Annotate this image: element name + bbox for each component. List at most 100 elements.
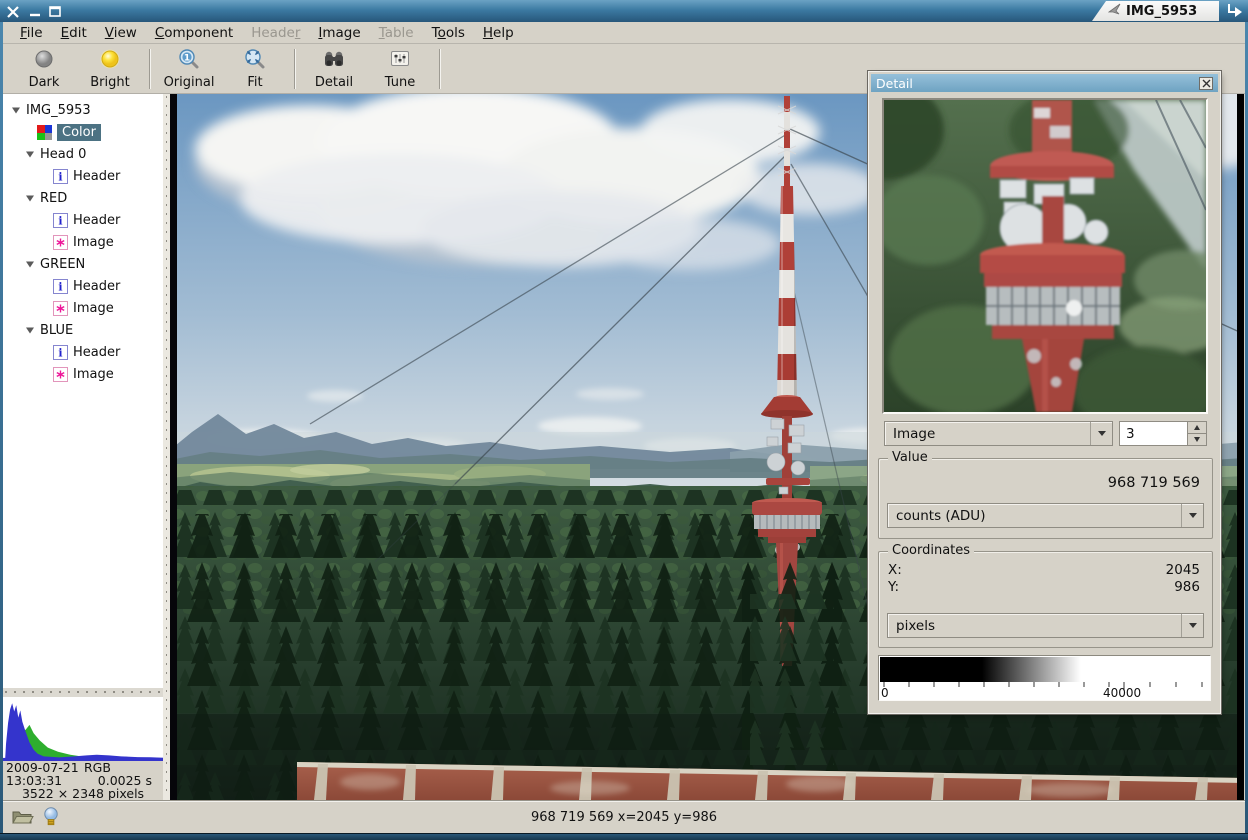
toolbar-separator [149, 49, 150, 89]
menubar: File Edit View Component Header Image Ta… [3, 22, 1245, 44]
tree-item-image[interactable]: Image [3, 297, 163, 319]
coordinates-group-legend: Coordinates [888, 543, 974, 558]
tree-item-header[interactable]: i Header [3, 275, 163, 297]
spinner-down-icon[interactable] [1188, 433, 1206, 445]
menu-tools[interactable]: Tools [423, 23, 474, 43]
colorbar-min-label: 0 [881, 686, 889, 700]
window-minimize-icon[interactable] [28, 4, 43, 18]
svg-text:i: i [58, 346, 62, 359]
tune-button[interactable]: Tune [367, 47, 433, 91]
colorbar-gradient [880, 657, 1209, 682]
image-info: 2009-07-21RGB 13:03:310.0025 s 3522 × 23… [3, 761, 163, 800]
fit-zoom-button[interactable]: Fit [222, 47, 288, 91]
zoom-factor-spinner[interactable]: 3 [1119, 421, 1207, 446]
tree-item-green[interactable]: GREEN [3, 253, 163, 275]
detail-source-combobox[interactable]: Image [884, 421, 1113, 446]
tree-item-image[interactable]: Image [3, 363, 163, 385]
expander-icon [25, 260, 35, 269]
expander-icon [25, 194, 35, 203]
menu-help[interactable]: Help [474, 23, 523, 43]
zoom-factor-value: 3 [1119, 421, 1187, 446]
window-tab-label: IMG_5953 [1126, 4, 1197, 19]
tree-item-head0[interactable]: Head 0 [3, 143, 163, 165]
detail-source-value: Image [885, 426, 935, 442]
zoom-fit-icon [242, 48, 268, 74]
bright-button[interactable]: Bright [77, 47, 143, 91]
detail-magnified-view [882, 98, 1208, 414]
value-group: Value 968 719 569 counts (ADU) [878, 458, 1213, 539]
value-unit-combobox[interactable]: counts (ADU) [887, 503, 1204, 528]
statusbar: 968 719 569 x=2045 y=986 [3, 800, 1245, 834]
info-icon: i [53, 213, 68, 228]
tree-item-header[interactable]: i Header [3, 209, 163, 231]
coordinates-unit: pixels [888, 618, 935, 634]
window-send-arrow-icon[interactable] [1226, 3, 1243, 22]
window-border-bottom [0, 833, 1248, 840]
image-plane-icon [53, 301, 68, 316]
menu-edit[interactable]: Edit [52, 23, 96, 43]
tree-item-blue[interactable]: BLUE [3, 319, 163, 341]
window-glyph-icon [1108, 3, 1122, 19]
dark-sphere-icon [31, 48, 57, 74]
expander-icon [25, 326, 35, 335]
value-group-legend: Value [888, 450, 932, 465]
zoom-original-icon: 1 [176, 48, 202, 74]
menu-file[interactable]: File [11, 23, 52, 43]
toolbar-separator [294, 49, 295, 89]
tree-item-img5953[interactable]: IMG_5953 [3, 99, 163, 121]
colorbar-ticks [880, 682, 1209, 693]
window-close-icon[interactable] [6, 4, 21, 18]
status-pixel-readout: 968 719 569 x=2045 y=986 [3, 810, 1245, 825]
image-plane-icon [53, 235, 68, 250]
tree-item-red[interactable]: RED [3, 187, 163, 209]
toolbar-separator [439, 49, 440, 89]
original-zoom-button[interactable]: 1 Original [156, 47, 222, 91]
tree-item-image[interactable]: Image [3, 231, 163, 253]
component-tree: IMG_5953 Color Head 0 i Header RED i Hea… [3, 94, 163, 688]
expander-icon [25, 150, 35, 159]
detail-panel-title: Detail [876, 76, 913, 91]
histogram-plot [3, 697, 163, 761]
colorbar-mid-label: 40000 [1103, 686, 1141, 700]
coordinates-group: Coordinates X: 2045 Y: 986 pixels [878, 551, 1213, 648]
coordinates-unit-combobox[interactable]: pixels [887, 613, 1204, 638]
svg-text:1: 1 [184, 53, 190, 63]
close-icon[interactable] [1199, 77, 1213, 90]
svg-text:i: i [58, 170, 62, 183]
dark-button[interactable]: Dark [11, 47, 77, 91]
y-label: Y: [888, 579, 899, 595]
grayscale-colorbar: 0 40000 [878, 655, 1211, 701]
tree-item-header[interactable]: i Header [3, 165, 163, 187]
chevron-down-icon [1181, 504, 1203, 527]
expander-icon [11, 106, 21, 115]
detail-panel: Detail [869, 72, 1220, 713]
menu-component[interactable]: Component [146, 23, 242, 43]
info-icon: i [53, 345, 68, 360]
menu-table: Table [370, 23, 423, 43]
info-icon: i [53, 279, 68, 294]
info-icon: i [53, 169, 68, 184]
chevron-down-icon [1090, 422, 1112, 445]
svg-text:i: i [58, 214, 62, 227]
tree-item-color[interactable]: Color [3, 121, 163, 143]
chevron-down-icon [1181, 614, 1203, 637]
svg-text:i: i [58, 280, 62, 293]
tree-item-header[interactable]: i Header [3, 341, 163, 363]
image-viewer-window: IMG_5953 File Edit View Component Header… [0, 0, 1248, 840]
bright-sun-icon [97, 48, 123, 74]
window-border-left [0, 22, 3, 833]
selected-tree-label: Color [57, 124, 101, 141]
image-plane-icon [53, 367, 68, 382]
menu-view[interactable]: View [96, 23, 146, 43]
menu-image[interactable]: Image [309, 23, 369, 43]
x-label: X: [888, 562, 902, 578]
window-maximize-icon[interactable] [48, 4, 63, 18]
window-titlebar[interactable]: IMG_5953 [0, 0, 1248, 23]
histogram-resize-handle[interactable] [3, 688, 163, 697]
detail-panel-titlebar[interactable]: Detail [871, 74, 1218, 92]
detail-button[interactable]: Detail [301, 47, 367, 91]
spinner-up-icon[interactable] [1188, 422, 1206, 433]
x-value: 2045 [1166, 562, 1200, 578]
vertical-splitter[interactable] [163, 94, 170, 800]
window-tab[interactable]: IMG_5953 [1092, 1, 1219, 21]
